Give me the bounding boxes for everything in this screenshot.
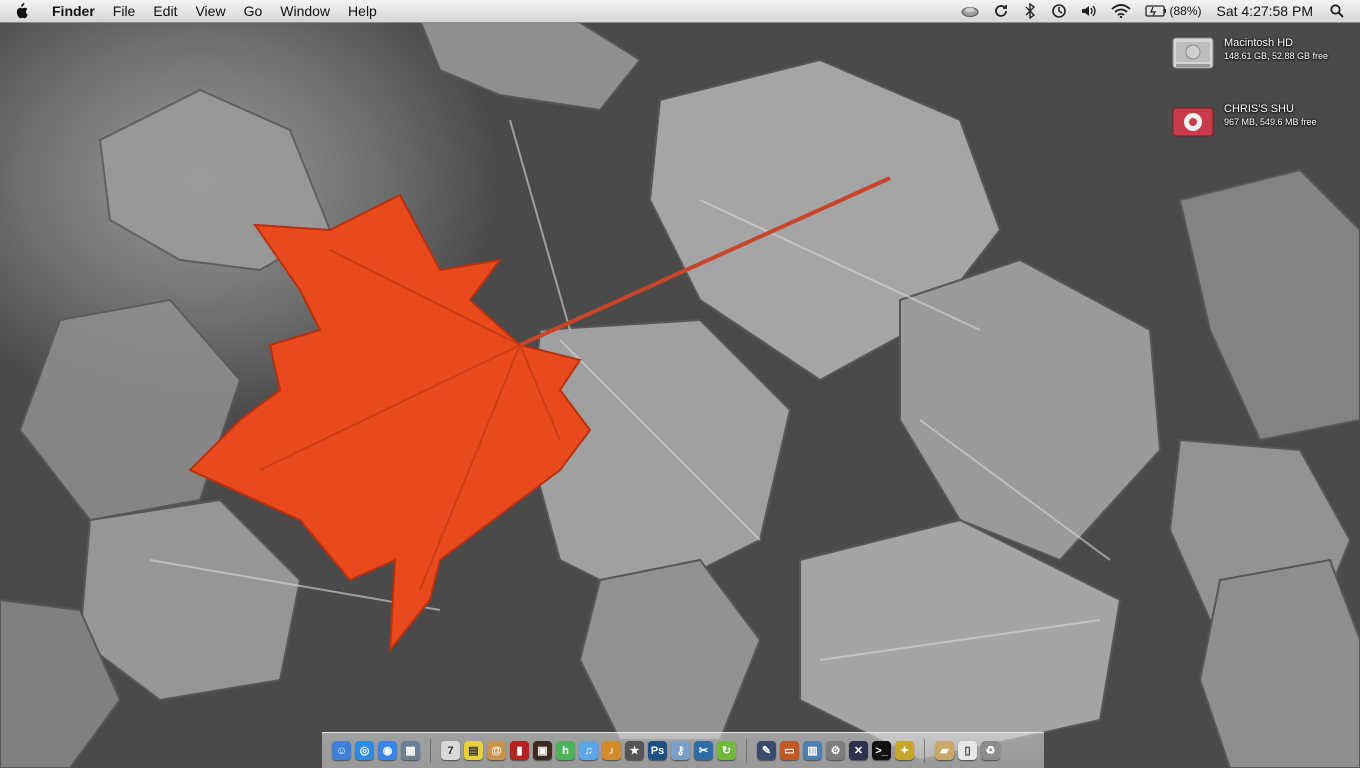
desktop-wallpaper (0, 8, 1360, 768)
dock-system-prefs-icon[interactable]: ⚙ (826, 741, 845, 760)
dock-keychain-icon[interactable]: ⚷ (671, 741, 690, 760)
dock-separator (430, 738, 431, 763)
dock-file-icon[interactable]: ▯ (958, 741, 977, 760)
dock-separator (746, 738, 747, 763)
dock-ical-icon[interactable]: 7 (441, 741, 460, 760)
battery-percent: (88%) (1169, 4, 1202, 18)
dock-trash-icon[interactable]: ♻ (981, 741, 1000, 760)
dock-address-book-icon[interactable]: @ (487, 741, 506, 760)
dock-charts-icon[interactable]: ▥ (803, 741, 822, 760)
dock-final-cut-icon[interactable]: ✂ (694, 741, 713, 760)
menu-edit[interactable]: Edit (144, 3, 186, 19)
dock-hulu-icon[interactable]: h (556, 741, 575, 760)
dock: ☺ ◎ ◉ ▦ 7 ▤ @ ▮ ▣ h ♫ ♪ ★ Ps ⚷ ✂ ↻ ✎ ▭ ▥ ⚙ ✕ >_ ✦ ▰ ▯ ♻ (322, 732, 1044, 768)
dock-ichat-icon[interactable]: ◉ (378, 741, 397, 760)
menu-window[interactable]: Window (271, 3, 339, 19)
time-machine-icon[interactable] (1044, 0, 1074, 22)
dock-photoshop-icon[interactable]: Ps (648, 741, 667, 760)
menu-extra-cloud-icon[interactable] (954, 0, 986, 22)
menu-view[interactable]: View (186, 3, 234, 19)
dock-documents-folder-icon[interactable]: ▰ (935, 741, 954, 760)
dock-itunes-icon[interactable]: ♫ (579, 741, 598, 760)
menu-app-finder[interactable]: Finder (46, 3, 104, 19)
menubar-clock[interactable]: Sat 4:27:58 PM (1208, 0, 1323, 22)
menu-help[interactable]: Help (339, 3, 386, 19)
menu-bar: Finder File Edit View Go Window Help (88… (0, 0, 1360, 23)
dock-photo-booth-icon[interactable]: ▣ (533, 741, 552, 760)
dock-finder-icon[interactable]: ☺ (332, 741, 351, 760)
battery-icon (1145, 5, 1167, 17)
dock-presentation-icon[interactable]: ▭ (780, 741, 799, 760)
dock-preview-icon[interactable]: ▦ (401, 741, 420, 760)
drive-info: 148.61 GB, 52.88 GB free (1224, 51, 1329, 61)
menu-go[interactable]: Go (235, 3, 272, 19)
bluetooth-icon[interactable] (1016, 0, 1044, 22)
battery-status[interactable]: (88%) (1138, 0, 1208, 22)
drive-name: Macintosh HD (1224, 37, 1294, 49)
wifi-icon[interactable] (1104, 0, 1138, 22)
dock-garageband-icon[interactable]: ♪ (602, 741, 621, 760)
dock-imovie-star-icon[interactable]: ★ (625, 741, 644, 760)
dock-book-icon[interactable]: ▮ (510, 741, 529, 760)
volume-icon[interactable] (1074, 0, 1104, 22)
sync-icon[interactable] (986, 0, 1016, 22)
apple-menu-icon[interactable] (14, 3, 34, 19)
spotlight-search-icon[interactable] (1323, 0, 1360, 22)
drive-name: CHRIS'S SHU (1224, 103, 1294, 115)
dock-separator (924, 738, 925, 763)
dock-safari-icon[interactable]: ◎ (355, 741, 374, 760)
desktop-drive-macintosh-hd[interactable]: Macintosh HD 148.61 GB, 52.88 GB free (1170, 34, 1328, 74)
ipod-shuffle-icon (1172, 107, 1214, 137)
dock-terminal-icon[interactable]: >_ (872, 741, 891, 760)
desktop-drive-chriss-shu[interactable]: CHRIS'S SHU 967 MB, 549.6 MB free (1170, 100, 1317, 140)
hard-drive-icon (1172, 37, 1214, 69)
dock-x11-icon[interactable]: ✕ (849, 741, 868, 760)
drive-info: 967 MB, 549.6 MB free (1224, 117, 1317, 127)
dock-pin-icon[interactable]: ✦ (895, 741, 914, 760)
dock-stickies-icon[interactable]: ▤ (464, 741, 483, 760)
dock-brush-icon[interactable]: ✎ (757, 741, 776, 760)
menu-file[interactable]: File (104, 3, 145, 19)
dock-sync-icon[interactable]: ↻ (717, 741, 736, 760)
